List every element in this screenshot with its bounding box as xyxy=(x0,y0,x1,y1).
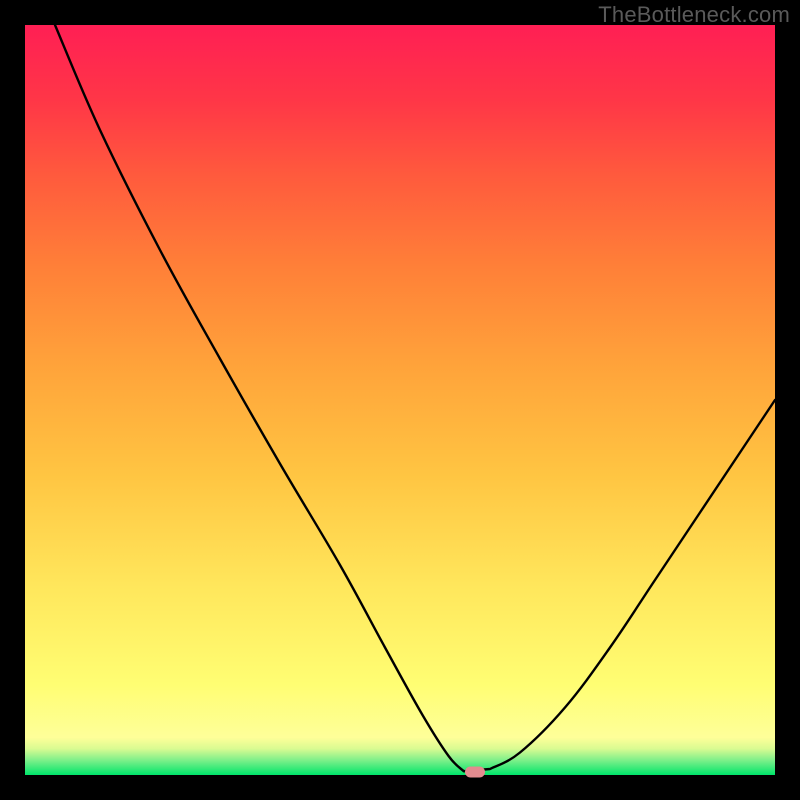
watermark-text: TheBottleneck.com xyxy=(598,2,790,28)
minimum-marker xyxy=(465,767,485,778)
plot-area xyxy=(25,25,775,775)
curve-path xyxy=(55,25,775,771)
bottleneck-curve xyxy=(25,25,775,775)
chart-frame: TheBottleneck.com xyxy=(0,0,800,800)
